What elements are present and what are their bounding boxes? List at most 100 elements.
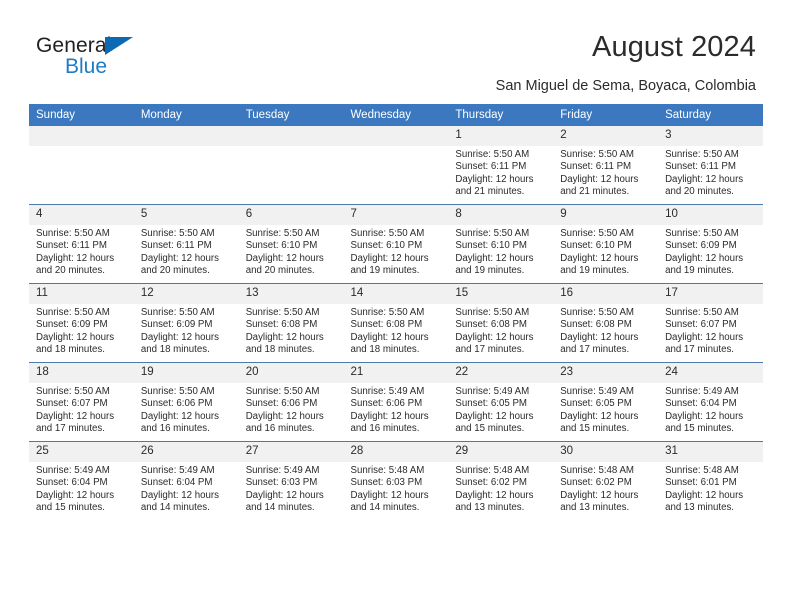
daylight-text-line1: Daylight: 12 hours	[560, 252, 639, 264]
calendar-day-cell[interactable]: 9 Sunrise: 5:50 AM Sunset: 6:10 PM Dayli…	[553, 204, 659, 284]
daylight-text-line2: and 16 minutes.	[245, 423, 315, 435]
daylight-text-line2: and 14 minutes.	[140, 502, 210, 514]
day-number: 23	[553, 363, 659, 383]
day-info	[344, 146, 449, 149]
page-header: General Blue August 2024 San Miguel de S…	[0, 0, 792, 100]
sunrise-text: Sunrise: 5:50 AM	[560, 307, 634, 318]
calendar-day-cell[interactable]: 2 Sunrise: 5:50 AM Sunset: 6:11 PM Dayli…	[553, 126, 659, 205]
daylight-text-line2: and 20 minutes.	[665, 186, 734, 198]
calendar-day-cell[interactable]: 11 Sunrise: 5:50 AM Sunset: 6:09 PM Dayl…	[29, 283, 134, 363]
calendar-day-cell[interactable]: 15 Sunrise: 5:50 AM Sunset: 6:08 PM Dayl…	[448, 283, 554, 363]
day-number: 9	[553, 205, 659, 225]
brand-logo-blue-text: Blue	[65, 55, 108, 78]
sunset-text: Sunset: 6:05 PM	[560, 398, 632, 410]
calendar-day-cell[interactable]: 5 Sunrise: 5:50 AM Sunset: 6:11 PM Dayli…	[133, 204, 239, 284]
calendar-day-cell[interactable]: 3 Sunrise: 5:50 AM Sunset: 6:11 PM Dayli…	[658, 126, 763, 205]
day-number: 22	[448, 363, 554, 383]
calendar-day-cell[interactable]: 4 Sunrise: 5:50 AM Sunset: 6:11 PM Dayli…	[29, 204, 134, 284]
sunrise-text: Sunrise: 5:50 AM	[665, 228, 739, 239]
sunrise-text: Sunrise: 5:50 AM	[350, 228, 425, 239]
calendar-day-cell[interactable]	[133, 126, 239, 205]
calendar-day-cell[interactable]: 16 Sunrise: 5:50 AM Sunset: 6:08 PM Dayl…	[553, 283, 659, 363]
sunset-text: Sunset: 6:10 PM	[455, 240, 527, 252]
day-info: Sunrise: 5:50 AM Sunset: 6:08 PM Dayligh…	[344, 304, 449, 357]
day-number: 13	[238, 284, 344, 304]
day-info: Sunrise: 5:49 AM Sunset: 6:05 PM Dayligh…	[553, 383, 658, 436]
calendar-day-cell[interactable]: 1 Sunrise: 5:50 AM Sunset: 6:11 PM Dayli…	[448, 126, 554, 205]
calendar-day-cell[interactable]: 17 Sunrise: 5:50 AM Sunset: 6:07 PM Dayl…	[658, 283, 763, 363]
weekday-header-wednesday: Wednesday	[343, 104, 449, 126]
daylight-text-line2: and 21 minutes.	[455, 186, 525, 198]
day-number: 19	[133, 363, 239, 383]
day-info: Sunrise: 5:50 AM Sunset: 6:09 PM Dayligh…	[134, 304, 239, 357]
daylight-text-line1: Daylight: 12 hours	[665, 252, 744, 264]
day-info: Sunrise: 5:50 AM Sunset: 6:11 PM Dayligh…	[134, 225, 239, 278]
sunrise-text: Sunrise: 5:49 AM	[560, 386, 634, 397]
day-number: 18	[29, 363, 134, 383]
day-number: 26	[133, 442, 239, 462]
calendar-day-cell[interactable]: 27 Sunrise: 5:49 AM Sunset: 6:03 PM Dayl…	[238, 441, 344, 520]
calendar-day-cell[interactable]: 20 Sunrise: 5:50 AM Sunset: 6:06 PM Dayl…	[238, 362, 344, 442]
calendar-day-cell[interactable]: 21 Sunrise: 5:49 AM Sunset: 6:06 PM Dayl…	[343, 362, 449, 442]
calendar-day-cell[interactable]: 23 Sunrise: 5:49 AM Sunset: 6:05 PM Dayl…	[553, 362, 659, 442]
sunrise-text: Sunrise: 5:50 AM	[560, 149, 634, 160]
calendar-day-cell[interactable]: 19 Sunrise: 5:50 AM Sunset: 6:06 PM Dayl…	[133, 362, 239, 442]
day-number	[133, 126, 239, 146]
calendar-day-cell[interactable]	[343, 126, 449, 205]
sunset-text: Sunset: 6:03 PM	[245, 477, 318, 489]
calendar-day-cell[interactable]: 22 Sunrise: 5:49 AM Sunset: 6:05 PM Dayl…	[448, 362, 554, 442]
calendar-day-cell[interactable]: 13 Sunrise: 5:50 AM Sunset: 6:08 PM Dayl…	[238, 283, 344, 363]
brand-logo[interactable]: General Blue	[36, 34, 216, 86]
calendar-day-cell[interactable]: 7 Sunrise: 5:50 AM Sunset: 6:10 PM Dayli…	[343, 204, 449, 284]
day-info	[29, 146, 134, 149]
calendar-day-cell[interactable]: 31 Sunrise: 5:48 AM Sunset: 6:01 PM Dayl…	[658, 441, 763, 520]
day-info: Sunrise: 5:50 AM Sunset: 6:11 PM Dayligh…	[658, 146, 763, 199]
day-number: 10	[658, 205, 763, 225]
calendar-day-cell[interactable]: 8 Sunrise: 5:50 AM Sunset: 6:10 PM Dayli…	[448, 204, 554, 284]
daylight-text-line2: and 13 minutes.	[455, 502, 525, 514]
calendar-day-cell[interactable]	[29, 126, 134, 205]
calendar-day-cell[interactable]: 26 Sunrise: 5:49 AM Sunset: 6:04 PM Dayl…	[133, 441, 239, 520]
calendar-day-cell[interactable]: 25 Sunrise: 5:49 AM Sunset: 6:04 PM Dayl…	[29, 441, 134, 520]
daylight-text-line2: and 21 minutes.	[560, 186, 630, 198]
sunset-text: Sunset: 6:09 PM	[665, 240, 737, 252]
day-number: 25	[29, 442, 134, 462]
daylight-text-line1: Daylight: 12 hours	[140, 252, 219, 264]
calendar-body: 1 Sunrise: 5:50 AM Sunset: 6:11 PM Dayli…	[29, 126, 763, 520]
calendar-day-cell[interactable]: 29 Sunrise: 5:48 AM Sunset: 6:02 PM Dayl…	[448, 441, 554, 520]
daylight-text-line2: and 16 minutes.	[140, 423, 210, 435]
sunrise-text: Sunrise: 5:50 AM	[140, 307, 215, 318]
page-subtitle: San Miguel de Sema, Boyaca, Colombia	[495, 78, 756, 94]
daylight-text-line1: Daylight: 12 hours	[665, 173, 744, 185]
sunrise-text: Sunrise: 5:50 AM	[140, 228, 215, 239]
day-info: Sunrise: 5:49 AM Sunset: 6:06 PM Dayligh…	[344, 383, 449, 436]
day-info: Sunrise: 5:50 AM Sunset: 6:06 PM Dayligh…	[134, 383, 239, 436]
sunset-text: Sunset: 6:06 PM	[245, 398, 318, 410]
calendar-day-cell[interactable]: 18 Sunrise: 5:50 AM Sunset: 6:07 PM Dayl…	[29, 362, 134, 442]
sunset-text: Sunset: 6:04 PM	[36, 477, 108, 489]
calendar-day-cell[interactable]	[238, 126, 344, 205]
sunrise-text: Sunrise: 5:49 AM	[455, 386, 530, 397]
sunset-text: Sunset: 6:11 PM	[560, 161, 632, 173]
sunset-text: Sunset: 6:08 PM	[560, 319, 632, 331]
calendar-day-cell[interactable]: 14 Sunrise: 5:50 AM Sunset: 6:08 PM Dayl…	[343, 283, 449, 363]
day-number: 4	[29, 205, 134, 225]
calendar-day-cell[interactable]: 12 Sunrise: 5:50 AM Sunset: 6:09 PM Dayl…	[133, 283, 239, 363]
daylight-text-line1: Daylight: 12 hours	[140, 410, 219, 422]
calendar-day-cell[interactable]: 6 Sunrise: 5:50 AM Sunset: 6:10 PM Dayli…	[238, 204, 344, 284]
calendar-day-cell[interactable]: 10 Sunrise: 5:50 AM Sunset: 6:09 PM Dayl…	[658, 204, 763, 284]
day-number: 14	[343, 284, 449, 304]
daylight-text-line1: Daylight: 12 hours	[665, 331, 744, 343]
daylight-text-line2: and 15 minutes.	[665, 423, 734, 435]
sunrise-text: Sunrise: 5:50 AM	[665, 149, 739, 160]
day-number: 24	[658, 363, 763, 383]
daylight-text-line2: and 19 minutes.	[350, 265, 420, 277]
day-info: Sunrise: 5:50 AM Sunset: 6:06 PM Dayligh…	[239, 383, 344, 436]
calendar-day-cell[interactable]: 24 Sunrise: 5:49 AM Sunset: 6:04 PM Dayl…	[658, 362, 763, 442]
day-number	[29, 126, 134, 146]
day-number: 15	[448, 284, 554, 304]
calendar-day-cell[interactable]: 30 Sunrise: 5:48 AM Sunset: 6:02 PM Dayl…	[553, 441, 659, 520]
sunset-text: Sunset: 6:07 PM	[36, 398, 108, 410]
sunset-text: Sunset: 6:10 PM	[560, 240, 632, 252]
calendar-day-cell[interactable]: 28 Sunrise: 5:48 AM Sunset: 6:03 PM Dayl…	[343, 441, 449, 520]
